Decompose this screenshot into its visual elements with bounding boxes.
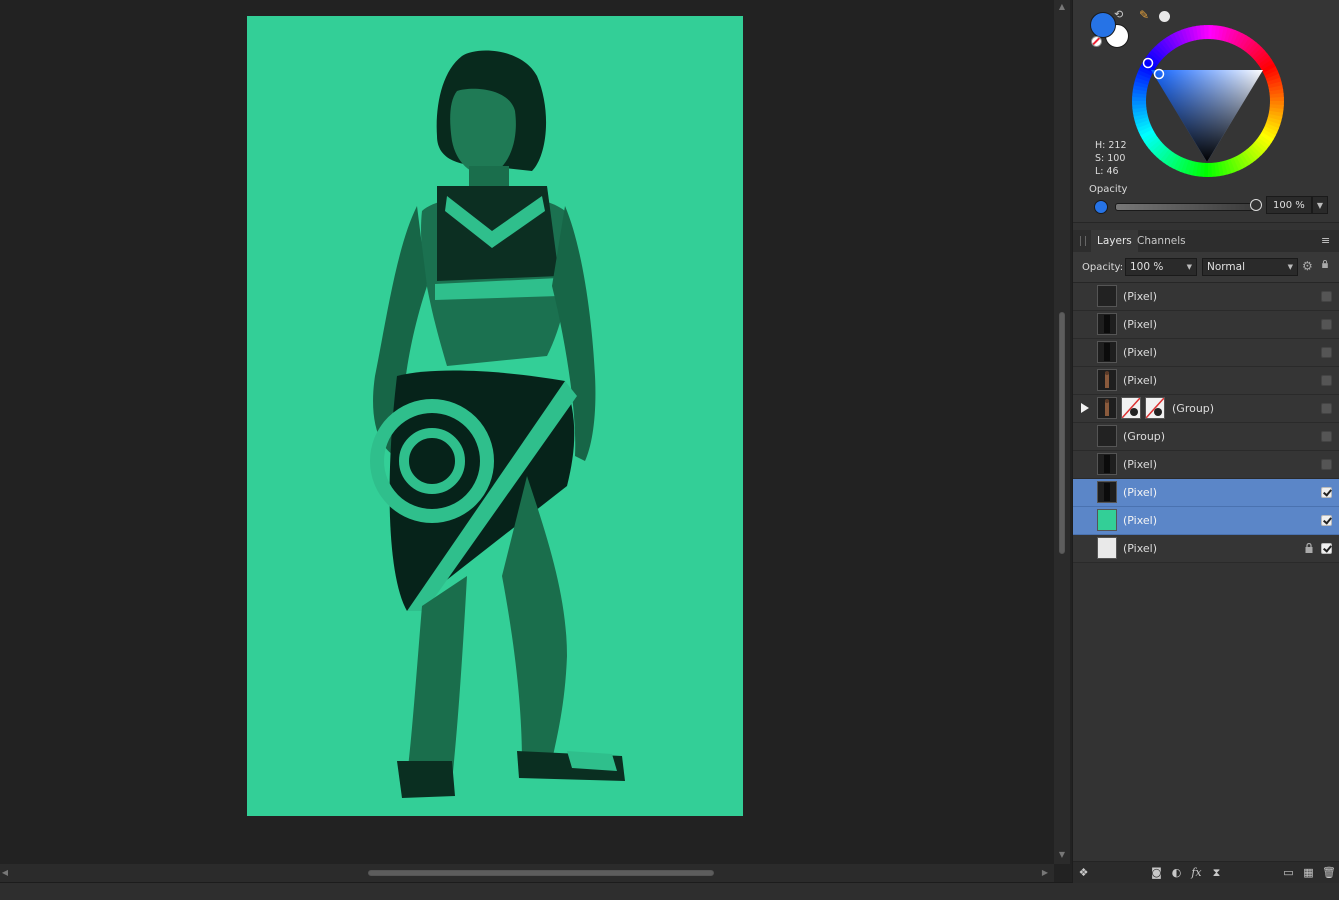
visibility-checkbox[interactable] xyxy=(1321,375,1332,386)
visibility-checkbox[interactable] xyxy=(1321,487,1332,498)
layer-opacity-field[interactable]: 100 % ▼ xyxy=(1125,258,1197,276)
vertical-scrollbar[interactable]: ▲ ▼ xyxy=(1054,0,1070,864)
scroll-left-arrow-icon[interactable]: ◀ xyxy=(0,868,10,878)
layer-thumbnail xyxy=(1097,313,1117,335)
visibility-checkbox[interactable] xyxy=(1321,459,1332,470)
scroll-up-arrow-icon[interactable]: ▲ xyxy=(1057,2,1067,12)
layer-opacity-value: 100 % xyxy=(1130,261,1164,273)
chevron-down-icon: ▼ xyxy=(1186,263,1192,271)
layer-thumbnail xyxy=(1097,285,1117,307)
visibility-checkbox[interactable] xyxy=(1321,403,1332,414)
vertical-scroll-thumb[interactable] xyxy=(1059,312,1065,554)
primary-color-swatch[interactable] xyxy=(1090,12,1116,38)
layer-thumbnail xyxy=(1097,537,1117,559)
expand-triangle-icon[interactable] xyxy=(1081,403,1089,413)
swap-colors-icon[interactable]: ⟲ xyxy=(1114,8,1123,21)
layer-name: (Pixel) xyxy=(1123,290,1158,303)
hsl-color-wheel[interactable] xyxy=(1129,22,1287,180)
picked-color-swatch[interactable] xyxy=(1159,11,1170,22)
layer-stack-icon[interactable]: ❖ xyxy=(1077,866,1090,879)
opacity-color-dot xyxy=(1094,200,1108,214)
visibility-checkbox[interactable] xyxy=(1321,515,1332,526)
layer-name: (Pixel) xyxy=(1123,346,1158,359)
layer-name: (Group) xyxy=(1172,402,1215,415)
chevron-down-icon: ▼ xyxy=(1287,263,1293,271)
color-opacity-field[interactable]: 100 % xyxy=(1266,196,1312,214)
layer-row[interactable]: (Pixel) xyxy=(1073,311,1339,339)
layer-row[interactable]: (Group) xyxy=(1073,423,1339,451)
layer-row[interactable]: (Pixel) xyxy=(1073,283,1339,311)
layer-name: (Pixel) xyxy=(1123,542,1158,555)
panel-menu-icon[interactable]: ≡ xyxy=(1321,234,1330,247)
no-color-icon[interactable] xyxy=(1091,36,1102,47)
layer-thumbnail xyxy=(1097,397,1117,419)
adjustment-icon[interactable]: ◐ xyxy=(1170,866,1183,879)
layer-thumbnail xyxy=(1097,425,1117,447)
lightness-readout: L: 46 xyxy=(1095,166,1119,177)
lock-icon[interactable] xyxy=(1321,260,1329,268)
scroll-down-arrow-icon[interactable]: ▼ xyxy=(1057,850,1067,860)
layer-name: (Group) xyxy=(1123,430,1166,443)
add-pixel-layer-icon[interactable]: ▦ xyxy=(1302,866,1315,879)
visibility-checkbox[interactable] xyxy=(1321,431,1332,442)
color-opacity-label: Opacity xyxy=(1089,184,1128,195)
visibility-checkbox[interactable] xyxy=(1321,291,1332,302)
panel-tabs: Layers Channels ≡ xyxy=(1073,230,1339,252)
layer-row[interactable]: (Group) xyxy=(1073,395,1339,423)
layer-name: (Pixel) xyxy=(1123,486,1158,499)
layer-row[interactable]: (Pixel) xyxy=(1073,367,1339,395)
layer-thumbnail xyxy=(1097,509,1117,531)
layer-name: (Pixel) xyxy=(1123,514,1158,527)
layer-row[interactable]: (Pixel) xyxy=(1073,339,1339,367)
horizontal-scrollbar[interactable]: ◀ ▶ xyxy=(0,864,1054,882)
layers-list: (Pixel) (Pixel) (Pixel) (Pixel) (Group) (Grou… xyxy=(1073,283,1339,563)
layer-name: (Pixel) xyxy=(1123,318,1158,331)
right-panel: ⟲ ✎ H: 212 S: 100 L: 46 Opacity 100 % ▼ … xyxy=(1072,0,1339,883)
color-opacity-slider[interactable] xyxy=(1115,203,1257,211)
visibility-checkbox[interactable] xyxy=(1321,319,1332,330)
artboard[interactable] xyxy=(247,16,743,816)
layer-row[interactable]: (Pixel) xyxy=(1073,535,1339,563)
layer-row[interactable]: (Pixel) xyxy=(1073,451,1339,479)
scroll-right-arrow-icon[interactable]: ▶ xyxy=(1040,868,1050,878)
layers-empty-area xyxy=(1073,563,1339,861)
hue-readout: H: 212 xyxy=(1095,140,1127,151)
layer-thumbnail xyxy=(1097,341,1117,363)
color-panel: ⟲ ✎ H: 212 S: 100 L: 46 Opacity 100 % ▼ xyxy=(1073,0,1339,223)
live-filter-icon[interactable]: ⧗ xyxy=(1210,866,1223,879)
panel-grip-icon[interactable] xyxy=(1080,236,1086,246)
tab-channels[interactable]: Channels xyxy=(1131,230,1192,252)
layer-row[interactable]: (Pixel) xyxy=(1073,507,1339,535)
layer-toolbar: Opacity: 100 % ▼ Normal ▼ ⚙ xyxy=(1073,252,1339,283)
layer-thumbnail xyxy=(1097,369,1117,391)
color-opacity-dropdown-icon[interactable]: ▼ xyxy=(1312,196,1328,214)
mask-thumbnail xyxy=(1121,397,1141,419)
canvas-area[interactable] xyxy=(0,0,1054,864)
layer-opacity-label: Opacity: xyxy=(1082,262,1124,273)
gear-icon[interactable]: ⚙ xyxy=(1302,259,1313,273)
layer-name: (Pixel) xyxy=(1123,374,1158,387)
fx-icon[interactable]: fx xyxy=(1190,866,1203,879)
layers-bottom-toolbar: ❖ ◙ ◐ fx ⧗ ▭ ▦ 🗑 xyxy=(1073,861,1339,883)
horizontal-scroll-thumb[interactable] xyxy=(368,870,714,876)
color-opacity-slider-knob[interactable] xyxy=(1250,199,1262,211)
visibility-checkbox[interactable] xyxy=(1321,347,1332,358)
blend-mode-select[interactable]: Normal ▼ xyxy=(1202,258,1298,276)
layer-thumbnail xyxy=(1097,453,1117,475)
visibility-checkbox[interactable] xyxy=(1321,543,1332,554)
blend-mode-value: Normal xyxy=(1207,261,1245,273)
layer-thumbnail xyxy=(1097,481,1117,503)
lock-icon[interactable] xyxy=(1305,542,1313,556)
color-picker-eyedropper-icon[interactable]: ✎ xyxy=(1139,8,1149,22)
delete-layer-icon[interactable]: 🗑 xyxy=(1322,866,1336,879)
layer-name: (Pixel) xyxy=(1123,458,1158,471)
artwork-figure xyxy=(370,50,625,798)
add-group-icon[interactable]: ▭ xyxy=(1282,866,1295,879)
mask-layer-icon[interactable]: ◙ xyxy=(1150,866,1163,879)
saturation-readout: S: 100 xyxy=(1095,153,1126,164)
status-bar xyxy=(0,882,1339,900)
mask-thumbnail xyxy=(1145,397,1165,419)
layer-row[interactable]: (Pixel) xyxy=(1073,479,1339,507)
